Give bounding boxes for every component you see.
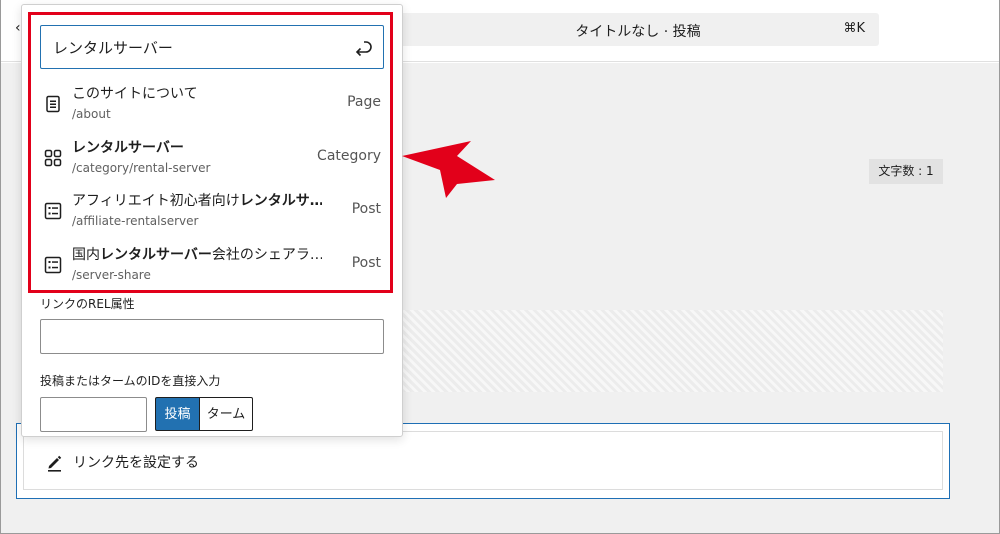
result-title: 国内レンタルサーバー会社のシェアラ… — [72, 247, 322, 263]
command-palette-button[interactable]: タイトルなし · 投稿 ⌘K — [397, 13, 879, 46]
word-count-badge: 文字数 : 1 — [869, 159, 943, 184]
direct-id-label: 投稿またはタームのIDを直接入力 — [40, 374, 221, 388]
result-url: /category/rental-server — [72, 161, 211, 175]
category-icon — [44, 149, 62, 167]
result-title: このサイトについて — [72, 86, 198, 102]
placeholder-area — [402, 310, 943, 392]
result-url: /about — [72, 107, 111, 121]
post-icon — [44, 202, 62, 220]
result-type: Post — [351, 255, 381, 271]
return-icon[interactable] — [352, 37, 374, 59]
link-block-inner: リンク先を設定する — [23, 431, 943, 490]
link-search-box — [40, 25, 384, 69]
shortcut-hint: ⌘K — [843, 21, 865, 36]
result-url: /affiliate-rentalserver — [72, 214, 199, 228]
link-popover: このサイトについて /about Page レンタルサーバー /category… — [21, 4, 403, 437]
result-url: /server-share — [72, 268, 151, 282]
rel-attribute-label: リンクのREL属性 — [40, 297, 135, 311]
search-result-item[interactable]: このサイトについて /about Page — [23, 78, 401, 131]
back-icon[interactable]: ‹ — [15, 20, 21, 36]
document-title: タイトルなし · 投稿 — [575, 24, 701, 40]
search-result-item[interactable]: レンタルサーバー /category/rental-server Categor… — [23, 132, 401, 185]
result-title: アフィリエイト初心者向けレンタルサ… — [72, 193, 322, 209]
post-icon — [44, 256, 62, 274]
pencil-icon — [48, 455, 62, 472]
rel-attribute-input[interactable] — [40, 319, 384, 354]
red-arrow-icon — [402, 141, 495, 198]
link-placeholder-text: リンク先を設定する — [73, 455, 199, 471]
link-search-input[interactable] — [53, 37, 333, 57]
result-type: Page — [347, 94, 381, 110]
page-icon — [46, 95, 60, 113]
search-result-item[interactable]: 国内レンタルサーバー会社のシェアラ… /server-share Post — [23, 239, 401, 292]
term-toggle-button[interactable]: ターム — [199, 397, 253, 431]
direct-id-input[interactable] — [40, 397, 147, 432]
post-toggle-button[interactable]: 投稿 — [155, 397, 199, 431]
result-title: レンタルサーバー — [72, 140, 184, 156]
search-result-item[interactable]: アフィリエイト初心者向けレンタルサ… /affiliate-rentalserv… — [23, 185, 401, 238]
result-type: Post — [351, 201, 381, 217]
result-type: Category — [317, 148, 381, 164]
